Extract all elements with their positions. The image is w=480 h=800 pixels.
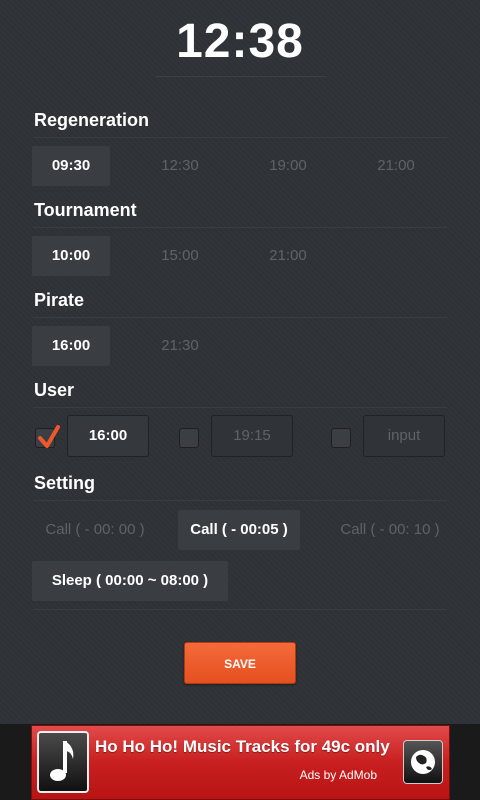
divider: [33, 609, 447, 610]
divider: [33, 137, 447, 138]
user-time-input-0[interactable]: 16:00: [67, 415, 149, 457]
pirate-time-0[interactable]: 16:00: [32, 326, 110, 366]
user-checkbox-1[interactable]: [179, 428, 199, 448]
clock-underline: [156, 76, 326, 77]
regeneration-time-0[interactable]: 09:30: [32, 146, 110, 186]
user-checkbox-0[interactable]: [35, 425, 60, 448]
ad-attribution: Ads by AdMob: [299, 768, 377, 782]
section-title-pirate: Pirate: [34, 290, 85, 310]
clock-display: 12:38: [176, 15, 304, 68]
call-option-0[interactable]: Call ( - 00: 00 ): [32, 510, 158, 550]
save-button[interactable]: SAVE: [184, 642, 296, 684]
user-time-input-2[interactable]: input: [363, 415, 445, 457]
divider: [33, 227, 447, 228]
regeneration-time-1[interactable]: 12:30: [140, 146, 220, 186]
divider: [33, 500, 447, 501]
call-option-1[interactable]: Call ( - 00:05 ): [178, 510, 300, 550]
section-title-setting: Setting: [34, 473, 95, 493]
tournament-time-0[interactable]: 10:00: [32, 236, 110, 276]
tournament-time-1[interactable]: 15:00: [140, 236, 220, 276]
globe-icon[interactable]: [403, 740, 443, 784]
checkmark-icon: [38, 425, 60, 448]
section-title-user: User: [34, 380, 75, 400]
divider: [33, 407, 447, 408]
regeneration-time-2[interactable]: 19:00: [248, 146, 328, 186]
section-title-regeneration: Regeneration: [34, 110, 150, 130]
tournament-time-2[interactable]: 21:00: [248, 236, 328, 276]
sleep-option[interactable]: Sleep ( 00:00 ~ 08:00 ): [32, 561, 228, 601]
call-option-2[interactable]: Call ( - 00: 10 ): [326, 510, 454, 550]
music-note-icon: [37, 731, 89, 793]
user-checkbox-2[interactable]: [331, 428, 351, 448]
ad-title: Ho Ho Ho! Music Tracks for 49c only: [95, 737, 390, 756]
user-time-input-1[interactable]: 19:15: [211, 415, 293, 457]
divider: [33, 317, 447, 318]
regeneration-time-3[interactable]: 21:00: [356, 146, 436, 186]
section-title-tournament: Tournament: [34, 200, 137, 220]
pirate-time-1[interactable]: 21:30: [140, 326, 220, 366]
ad-banner[interactable]: Ho Ho Ho! Music Tracks for 49c only Ads …: [31, 725, 450, 800]
